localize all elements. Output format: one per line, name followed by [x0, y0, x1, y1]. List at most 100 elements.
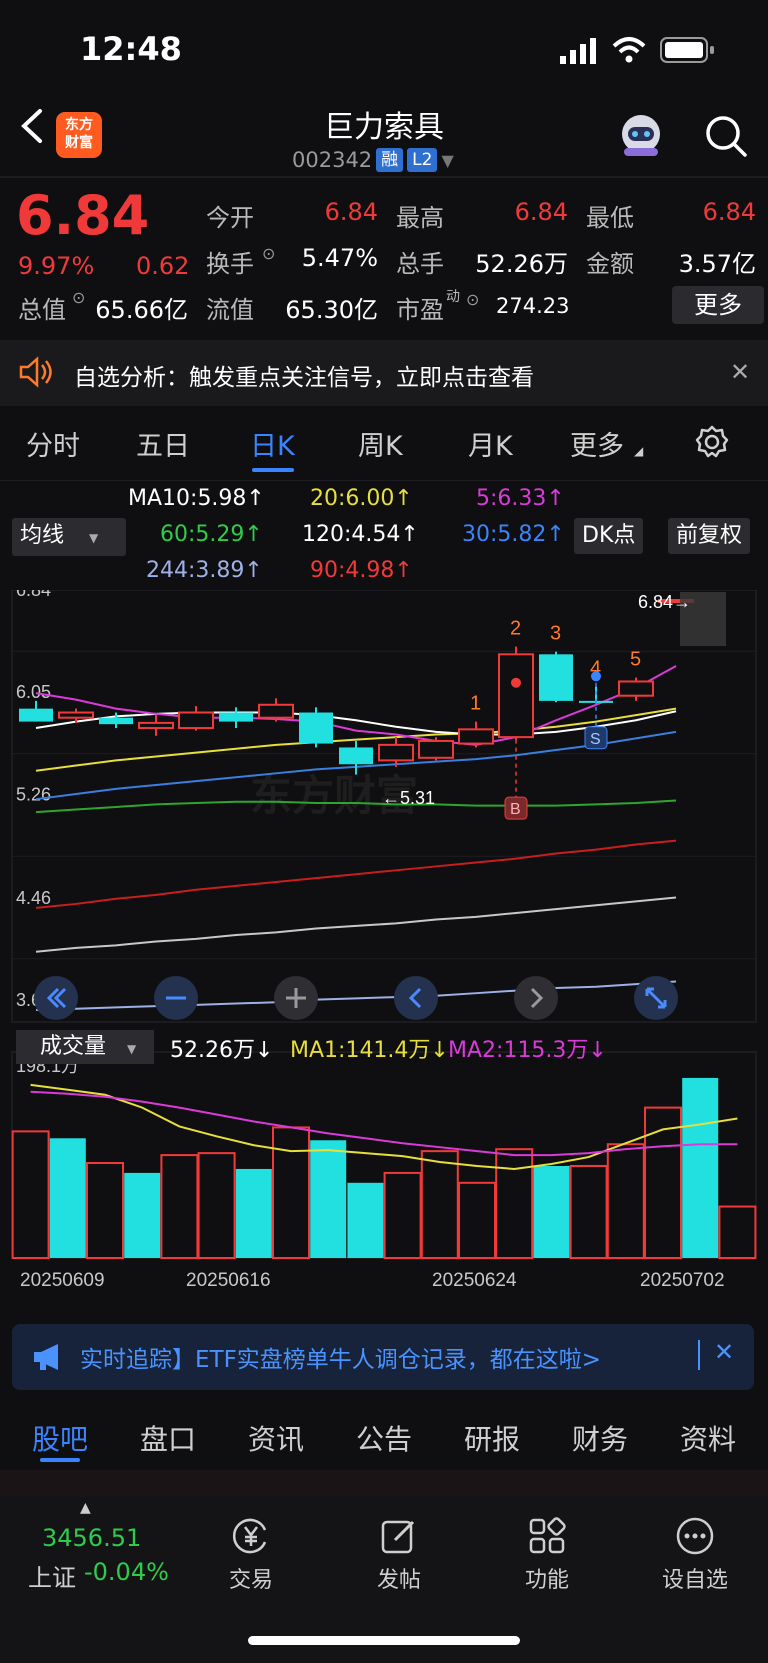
ma90-label: 90:4.98↑ [310, 558, 413, 583]
scroll-right-button[interactable] [514, 976, 558, 1020]
close-icon[interactable]: ✕ [730, 358, 750, 386]
signal-marker: 6 [670, 590, 681, 593]
tab-5day[interactable]: 五日 [136, 424, 190, 463]
chevron-right-icon [530, 987, 544, 1009]
wifi-icon [612, 37, 646, 63]
more-button[interactable]: 更多 [672, 286, 764, 324]
tab-daily-k[interactable]: 日K [250, 424, 295, 463]
chevron-down-icon: ▼ [89, 531, 99, 545]
tab-news[interactable]: 资讯 [248, 1418, 304, 1458]
nav-add-watchlist[interactable]: 设自选 [640, 1516, 750, 1594]
tab-profile[interactable]: 资料 [680, 1418, 736, 1458]
volume-selector-label: 成交量 [40, 1034, 107, 1059]
ad-text[interactable]: 实时追踪】ETF实盘榜单牛人调仓记录，都在这啦> [80, 1340, 601, 1374]
pe-label: 市盈 [396, 296, 444, 324]
indicator-selector-label: 均线 [20, 523, 65, 548]
ma-line-ma244 [35, 980, 677, 1011]
signal-marker: 5 [630, 649, 641, 671]
open-value: 6.84 [324, 198, 378, 226]
ma10-label: MA10:5.98↑ [128, 486, 265, 511]
turnover-info-icon[interactable]: ⊙ [262, 244, 275, 263]
tab-guba[interactable]: 股吧 [32, 1418, 88, 1458]
volume-bar [420, 1150, 459, 1260]
notice-text[interactable]: 自选分析：触发重点关注信号，立即点击查看 [74, 358, 534, 392]
dropdown-caret-icon[interactable]: ▼ [441, 151, 453, 170]
volume-label: 总手 [396, 250, 444, 278]
volume-current: 52.26万↓ [170, 1038, 274, 1063]
header-divider [0, 176, 768, 178]
tab-announcements[interactable]: 公告 [356, 1418, 412, 1458]
active-tab-indicator [252, 468, 294, 472]
double-left-icon [46, 987, 67, 1009]
signal-marker: 1 [470, 693, 481, 715]
settings-gear-icon[interactable] [694, 424, 730, 460]
candle-body [339, 747, 373, 765]
tab-more-caret-icon[interactable]: ◢ [634, 444, 643, 458]
megaphone-icon [34, 1344, 58, 1370]
volume-bar [197, 1152, 236, 1259]
buy-dot [511, 677, 521, 688]
indicator-selector[interactable]: 均线 ▼ [12, 518, 126, 556]
fullscreen-button[interactable] [634, 976, 678, 1020]
scroll-left-button[interactable] [394, 976, 438, 1020]
turnover-value: 5.47% [301, 244, 378, 272]
dk-point-button[interactable]: DK点 [574, 518, 644, 554]
nav-post-label: 发帖 [376, 1568, 421, 1593]
chevron-left-icon [408, 987, 422, 1009]
change-pct: 9.97% [18, 252, 95, 280]
nav-trade[interactable]: 交易 [196, 1516, 306, 1594]
rewind-button[interactable] [34, 976, 78, 1020]
ma5-label: 5:6.33↑ [476, 486, 565, 511]
kline-chart[interactable]: 6.846.055.264.463.67东方财富6.84→←5.31123456… [0, 590, 768, 1310]
plus-icon [286, 988, 306, 1008]
candle-body [458, 728, 494, 745]
volume-indicator-selector[interactable]: 成交量 ▼ [16, 1030, 154, 1064]
stock-code-row: 002342 融 L2 ▼ [292, 148, 454, 172]
index-name[interactable]: 上证 [28, 1558, 76, 1593]
candle-body [138, 721, 174, 730]
candle-body [99, 717, 133, 725]
sell-label: S [590, 731, 601, 748]
candle-body [418, 739, 454, 759]
grid-icon [529, 1517, 566, 1554]
x-tick-label: 20250609 [20, 1270, 105, 1291]
feed-peek-strip [0, 1470, 768, 1496]
tab-intraday[interactable]: 分时 [26, 424, 80, 463]
candle-body [19, 708, 53, 722]
index-expand-caret-icon[interactable]: ▲ [80, 1500, 91, 1516]
candle-body [498, 653, 534, 739]
pe-info-icon[interactable]: ⊙ [466, 290, 479, 309]
volume-bar [682, 1077, 719, 1258]
tab-more[interactable]: 更多 [570, 424, 624, 463]
x-tick-label: 20250702 [640, 1270, 725, 1291]
tab-research[interactable]: 研报 [464, 1418, 520, 1458]
margin-badge: 融 [376, 148, 404, 172]
high-value: 6.84 [514, 198, 568, 226]
zoom-in-button[interactable] [274, 976, 318, 1020]
zoom-out-button[interactable] [154, 976, 198, 1020]
close-icon[interactable]: ✕ [714, 1338, 734, 1366]
volume-bar [347, 1182, 384, 1258]
nav-post[interactable]: 发帖 [344, 1516, 454, 1594]
turnover-label: 换手 [206, 250, 254, 278]
adjust-button[interactable]: 前复权 [668, 518, 751, 554]
tab-monthly-k[interactable]: 月K [468, 424, 513, 463]
tab-pankou[interactable]: 盘口 [140, 1418, 196, 1458]
candle-body [378, 743, 414, 762]
level2-badge[interactable]: L2 [407, 148, 438, 172]
volume-bar [606, 1143, 645, 1259]
tab-finance[interactable]: 财务 [572, 1418, 628, 1458]
mktcap-info-icon[interactable]: ⊙ [72, 288, 85, 307]
index-change[interactable]: -0.04% [84, 1558, 169, 1586]
volume-bar [458, 1181, 496, 1260]
nav-functions[interactable]: 功能 [492, 1516, 602, 1594]
ma30-label: 30:5.82↑ [462, 522, 565, 547]
robot-assistant-icon[interactable] [616, 110, 666, 160]
y-tick-label: 6.05 [16, 682, 51, 702]
index-value[interactable]: 3456.51 [42, 1524, 141, 1552]
tab-weekly-k[interactable]: 周K [358, 424, 403, 463]
nav-watchlist-label: 设自选 [661, 1568, 728, 1593]
volume-bar [124, 1172, 161, 1258]
pe-dynamic-mark: 动 [446, 289, 460, 305]
search-icon[interactable] [704, 114, 748, 158]
